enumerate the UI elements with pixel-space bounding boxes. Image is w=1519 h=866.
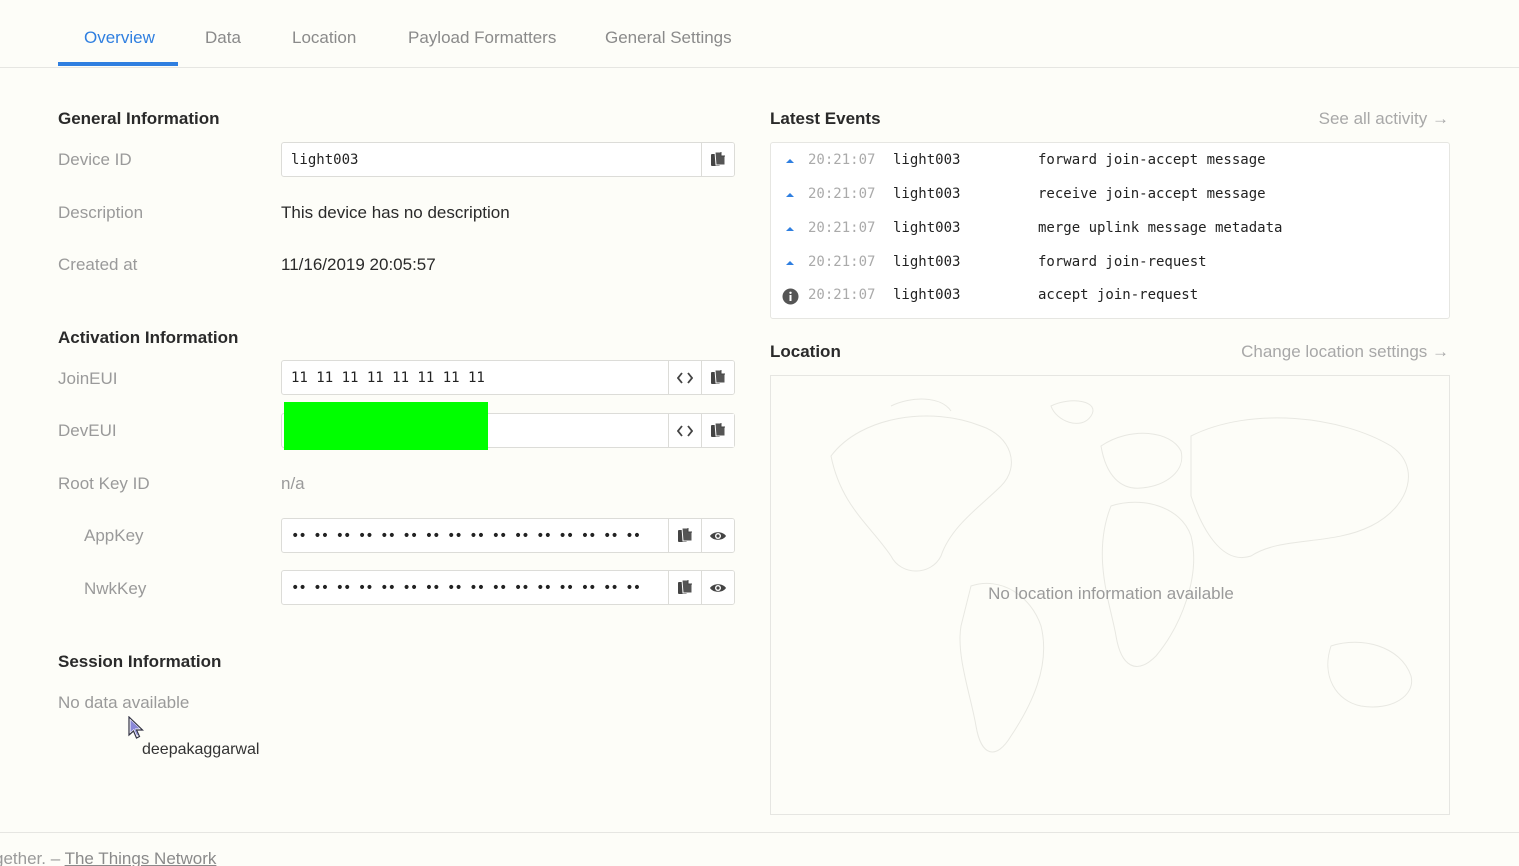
latest-events-title: Latest Events: [770, 109, 881, 128]
tab-data[interactable]: Data: [205, 0, 241, 66]
code-brackets-icon: [677, 371, 693, 384]
root-key-id-value: n/a: [281, 474, 305, 493]
event-row[interactable]: 20:21:07 light003 merge uplink message m…: [771, 211, 1449, 245]
device-id-label: Device ID: [58, 150, 132, 169]
nwkkey-field: •• •• •• •• •• •• •• •• •• •• •• •• •• •…: [281, 570, 735, 605]
event-row[interactable]: 20:21:07 light003 accept join-request: [771, 278, 1449, 312]
event-message: merge uplink message metadata: [1038, 220, 1283, 236]
tab-overview[interactable]: Overview: [84, 0, 155, 66]
event-message: forward join-accept message: [1038, 152, 1266, 168]
toggle-byte-order-button[interactable]: [668, 361, 701, 394]
tab-bar: Overview Data Location Payload Formatter…: [0, 0, 1519, 68]
tab-general-settings[interactable]: General Settings: [605, 0, 732, 66]
nwkkey-value[interactable]: •• •• •• •• •• •• •• •• •• •• •• •• •• •…: [282, 571, 668, 604]
joineui-value[interactable]: 11 11 11 11 11 11 11 11: [282, 361, 668, 394]
events-list: 20:21:07 light003 forward join-accept me…: [770, 142, 1450, 319]
event-row[interactable]: 20:21:07 light003 forward join-accept me…: [771, 143, 1449, 177]
created-at-value: 11/16/2019 20:05:57: [281, 255, 436, 274]
event-message: forward join-request: [1038, 254, 1207, 270]
event-message: receive join-accept message: [1038, 186, 1266, 202]
event-device: light003: [893, 287, 961, 303]
info-icon: [781, 287, 799, 305]
footer-text: gether. – The Things Network: [0, 849, 216, 866]
redaction-block: [284, 402, 488, 450]
active-tab-indicator: [58, 62, 178, 66]
copy-joineui-button[interactable]: [701, 361, 734, 394]
appkey-value[interactable]: •• •• •• •• •• •• •• •• •• •• •• •• •• •…: [282, 519, 668, 552]
uplink-arrow-icon: [781, 152, 799, 170]
nwkkey-label: NwkKey: [84, 579, 147, 598]
eye-icon: [710, 531, 726, 540]
uplink-arrow-icon: [781, 220, 799, 238]
the-things-network-link[interactable]: The Things Network: [65, 849, 217, 866]
general-info-title: General Information: [58, 109, 220, 128]
copy-deveui-button[interactable]: [701, 414, 734, 447]
show-nwkkey-button[interactable]: [701, 571, 734, 604]
code-brackets-icon: [677, 424, 693, 437]
copy-icon: [711, 151, 726, 166]
joineui-field: 11 11 11 11 11 11 11 11: [281, 360, 735, 395]
description-label: Description: [58, 203, 144, 222]
no-location-message: No location information available: [988, 584, 1234, 603]
eye-icon: [710, 583, 726, 592]
event-device: light003: [893, 254, 961, 270]
username-overlay: deepakaggarwal: [142, 741, 260, 758]
show-appkey-button[interactable]: [701, 519, 734, 552]
appkey-label: AppKey: [84, 526, 144, 545]
footer-prefix: gether. –: [0, 849, 65, 866]
location-map[interactable]: No location information available: [770, 375, 1450, 815]
activation-info-title: Activation Information: [58, 328, 239, 347]
session-info-title: Session Information: [58, 652, 222, 671]
event-time: 20:21:07: [808, 287, 876, 303]
event-device: light003: [893, 152, 961, 168]
toggle-byte-order-button[interactable]: [668, 414, 701, 447]
event-time: 20:21:07: [808, 254, 876, 270]
copy-device-id-button[interactable]: [701, 143, 734, 176]
change-location-settings-link[interactable]: Change location settings →: [1241, 342, 1449, 362]
event-device: light003: [893, 220, 961, 236]
see-all-activity-link[interactable]: See all activity →: [1319, 109, 1449, 129]
tab-payload-formatters[interactable]: Payload Formatters: [408, 0, 556, 66]
event-row[interactable]: 20:21:07 light003 receive join-accept me…: [771, 177, 1449, 211]
device-id-value[interactable]: light003: [282, 143, 701, 176]
event-time: 20:21:07: [808, 152, 876, 168]
created-at-label: Created at: [58, 255, 138, 274]
location-title: Location: [770, 342, 841, 361]
uplink-arrow-icon: [781, 254, 799, 272]
event-time: 20:21:07: [808, 186, 876, 202]
joineui-label: JoinEUI: [58, 369, 118, 388]
event-device: light003: [893, 186, 961, 202]
copy-icon: [678, 527, 693, 542]
event-row[interactable]: 20:21:07 light003 forward join-request: [771, 245, 1449, 279]
root-key-id-label: Root Key ID: [58, 474, 150, 493]
copy-icon: [678, 579, 693, 594]
copy-appkey-button[interactable]: [668, 519, 701, 552]
tab-location[interactable]: Location: [292, 0, 356, 66]
description-value: This device has no description: [281, 203, 510, 222]
deveui-label: DevEUI: [58, 421, 117, 440]
event-time: 20:21:07: [808, 220, 876, 236]
appkey-field: •• •• •• •• •• •• •• •• •• •• •• •• •• •…: [281, 518, 735, 553]
deveui-field: [281, 402, 735, 450]
device-id-field: light003: [281, 142, 735, 177]
copy-icon: [711, 422, 726, 437]
footer: gether. – The Things Network: [0, 832, 1519, 866]
event-message: accept join-request: [1038, 287, 1199, 303]
uplink-arrow-icon: [781, 186, 799, 204]
copy-icon: [711, 369, 726, 384]
copy-nwkkey-button[interactable]: [668, 571, 701, 604]
session-empty-text: No data available: [58, 693, 190, 712]
